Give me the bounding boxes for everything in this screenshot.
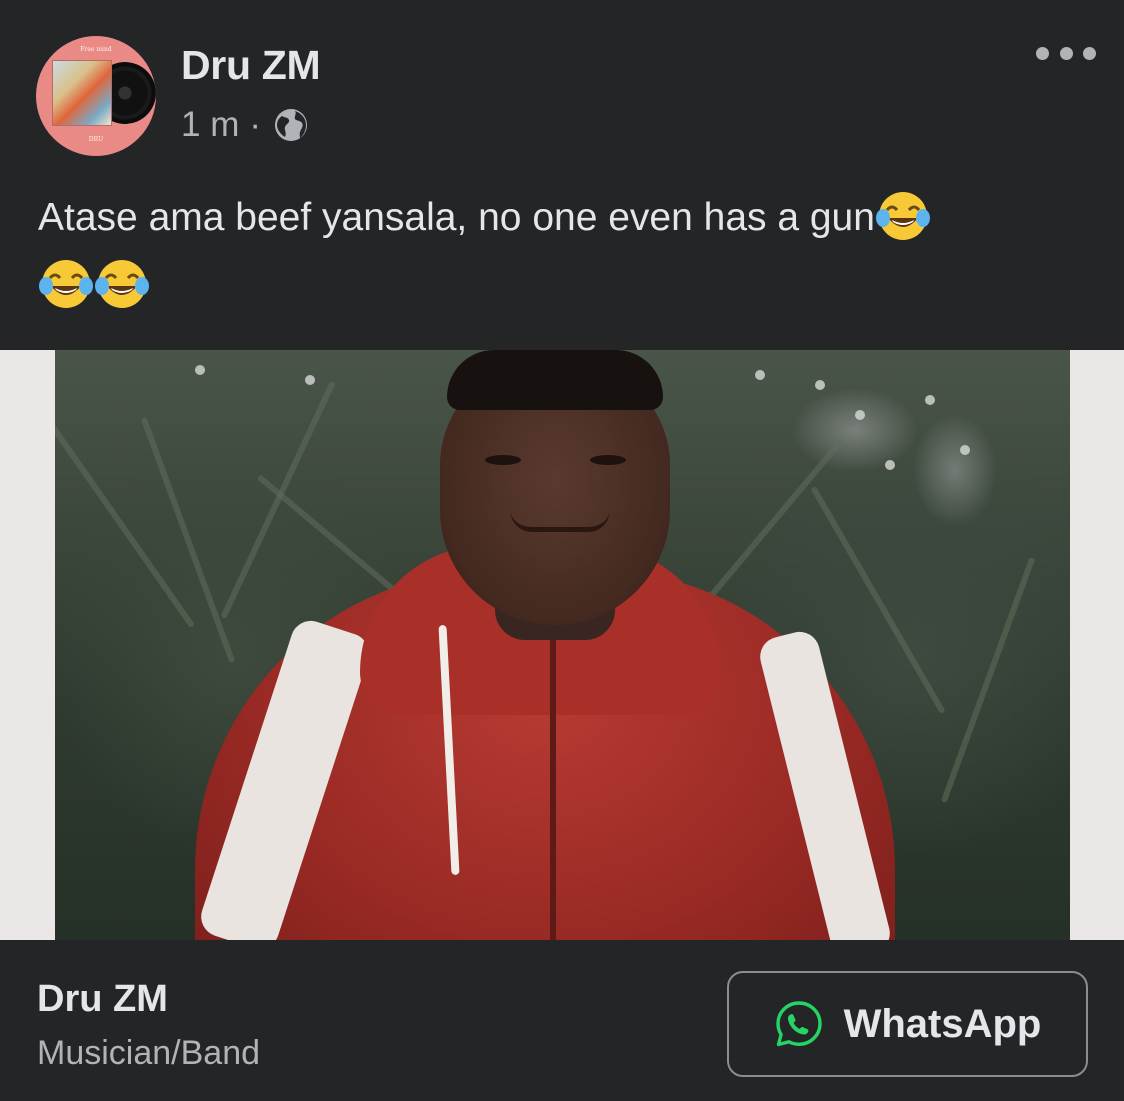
- tears-of-joy-emoji-icon: [875, 192, 930, 240]
- whatsapp-button-label: WhatsApp: [843, 1001, 1042, 1046]
- light-speck: [305, 375, 315, 385]
- post-media[interactable]: [0, 350, 1124, 940]
- light-speck: [195, 365, 205, 375]
- light-speck: [815, 380, 825, 390]
- more-options-icon[interactable]: [1036, 38, 1096, 68]
- album-cover-image: [52, 60, 112, 126]
- post-meta: 1 m ·: [181, 104, 309, 146]
- palm-leaf: [810, 485, 946, 715]
- eye: [485, 455, 521, 465]
- hoodie-zipper: [550, 640, 556, 940]
- more-dot: [1083, 46, 1096, 60]
- page-footer: Dru ZM Musician/Band WhatsApp: [0, 940, 1124, 1101]
- post-text: Atase ama beef yansala, no one even has …: [38, 184, 1078, 320]
- tears-of-joy-emoji-icon: [39, 260, 93, 308]
- tears-of-joy-emoji-icon: [95, 260, 149, 308]
- post-timestamp[interactable]: 1 m: [181, 105, 239, 145]
- hair: [447, 350, 663, 410]
- more-dot: [1059, 46, 1073, 60]
- whatsapp-button[interactable]: WhatsApp: [727, 971, 1088, 1077]
- globe-icon[interactable]: [273, 107, 309, 143]
- palm-leaf: [940, 556, 1036, 804]
- post-card: Free mind DRU Dru ZM 1 m · Atase ama bee…: [0, 0, 1124, 1101]
- palm-leaf: [220, 380, 336, 620]
- avatar-bottom-text: DRU: [88, 136, 104, 143]
- author-name[interactable]: Dru ZM: [181, 42, 321, 89]
- post-message: Atase ama beef yansala, no one even has …: [38, 196, 875, 239]
- page-category: Musician/Band: [37, 1034, 261, 1072]
- light-speck: [925, 395, 935, 405]
- smile: [510, 510, 610, 532]
- light-speck: [755, 370, 765, 380]
- light-speck: [885, 460, 895, 470]
- page-name[interactable]: Dru ZM: [37, 978, 168, 1021]
- avatar-top-text: Free mind: [80, 46, 112, 53]
- author-avatar[interactable]: Free mind DRU: [36, 36, 156, 156]
- eye: [590, 455, 626, 465]
- whatsapp-icon: [775, 1001, 822, 1047]
- meta-separator: ·: [249, 105, 262, 144]
- palm-leaf: [55, 411, 196, 629]
- more-dot: [1036, 46, 1049, 60]
- post-photo[interactable]: [55, 350, 1070, 940]
- light-speck: [855, 410, 865, 420]
- light-speck: [960, 445, 970, 455]
